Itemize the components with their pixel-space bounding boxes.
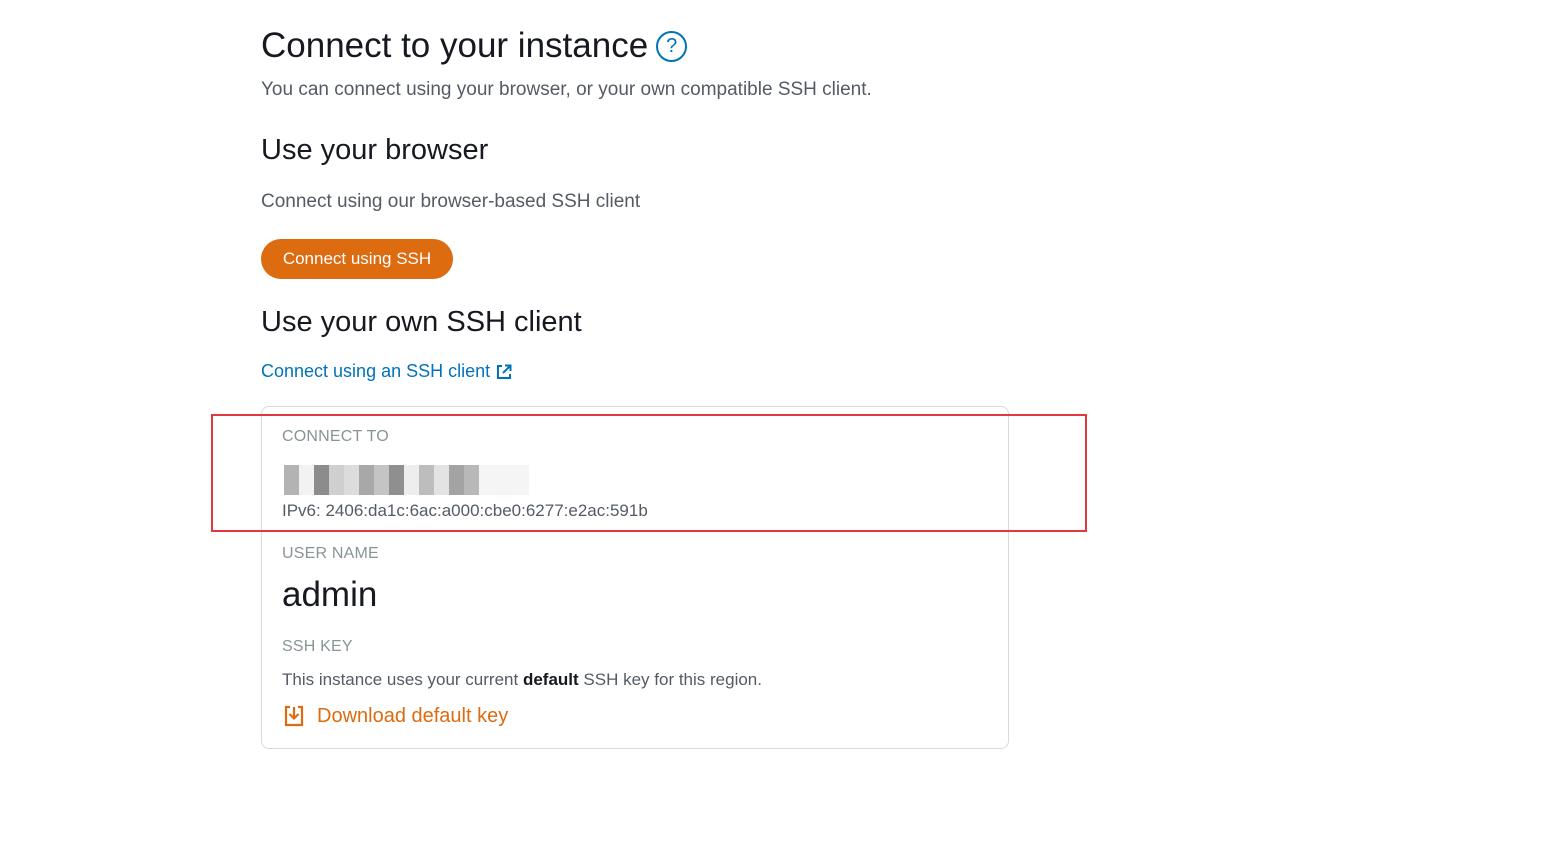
ssh-key-description: This instance uses your current default … <box>282 670 762 690</box>
user-name-label: USER NAME <box>282 545 379 562</box>
help-icon[interactable]: ? <box>656 30 688 62</box>
ssh-client-section-heading: Use your own SSH client <box>261 306 582 338</box>
page: Connect to your instance ? You can conne… <box>0 0 1556 865</box>
ssh-key-label: SSH KEY <box>282 638 353 655</box>
browser-description: Connect using our browser-based SSH clie… <box>261 191 641 212</box>
page-title: Connect to your instance <box>261 26 649 65</box>
download-icon <box>284 705 304 727</box>
user-name-value: admin <box>282 575 378 614</box>
ssh-client-link-label: Connect using an SSH client <box>261 361 491 381</box>
connect-using-ssh-client-link[interactable]: Connect using an SSH client <box>261 361 512 382</box>
external-link-icon <box>497 364 512 379</box>
masked-ip-address <box>284 465 529 495</box>
ipv6-address: IPv6: 2406:da1c:6ac:a000:cbe0:6277:e2ac:… <box>282 501 648 520</box>
page-subtitle: You can connect using your browser, or y… <box>261 79 872 100</box>
key-desc-suffix: SSH key for this region. <box>578 670 762 689</box>
connect-to-label: CONNECT TO <box>282 428 389 445</box>
title-row: Connect to your instance ? <box>261 26 688 66</box>
download-default-key-link[interactable]: Download default key <box>282 704 508 728</box>
key-desc-bold: default <box>522 670 579 689</box>
connect-using-ssh-button[interactable]: Connect using SSH <box>261 239 453 279</box>
browser-section-heading: Use your browser <box>261 134 489 166</box>
key-desc-prefix: This instance uses your current <box>282 670 523 689</box>
download-default-key-label: Download default key <box>317 704 509 727</box>
